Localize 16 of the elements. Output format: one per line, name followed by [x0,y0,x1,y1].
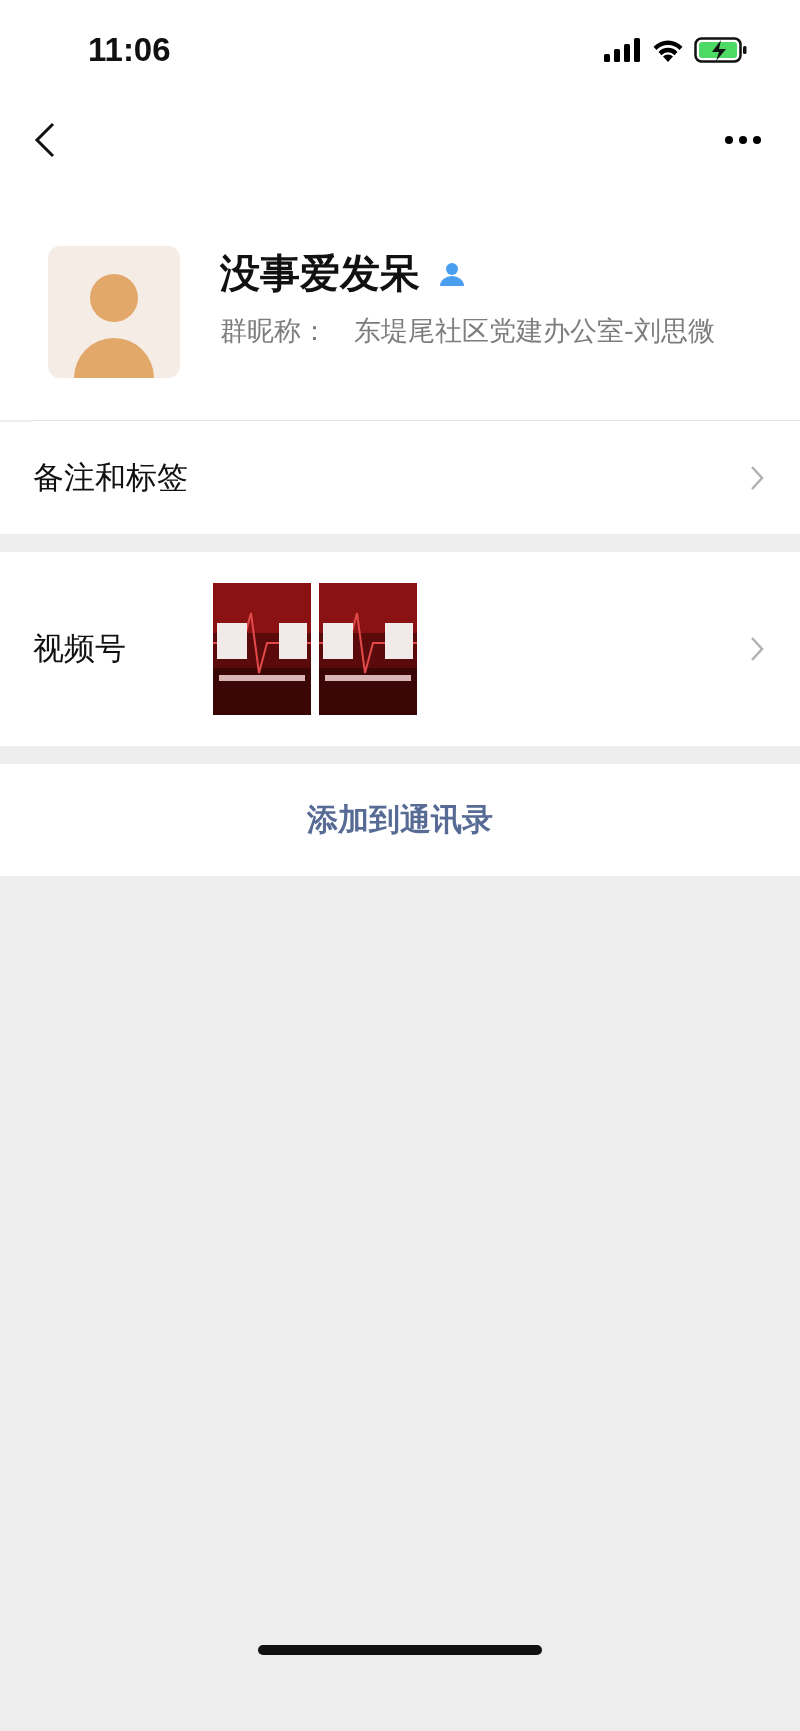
row-label: 视频号 [33,629,127,668]
battery-charging-icon [694,37,748,63]
list-row[interactable]: 视频号 [0,552,800,746]
status-time: 11:06 [88,31,171,69]
more-icon[interactable] [724,135,762,145]
wifi-icon [652,38,684,62]
row-label: 备注和标签 [33,458,188,497]
back-icon[interactable] [34,122,56,158]
group-nickname: 东堤尾社区党建办公室-刘思微 [354,314,716,348]
signal-icon [604,38,642,62]
contact-name: 没事爱发呆 [220,249,420,298]
nickname-label: 群昵称： [220,314,329,348]
add-to-contacts-button[interactable]: 添加到通讯录 [0,764,800,876]
list-row[interactable]: 备注和标签 [0,422,800,534]
chevron-icon [750,636,764,662]
chevron-icon [750,465,764,491]
